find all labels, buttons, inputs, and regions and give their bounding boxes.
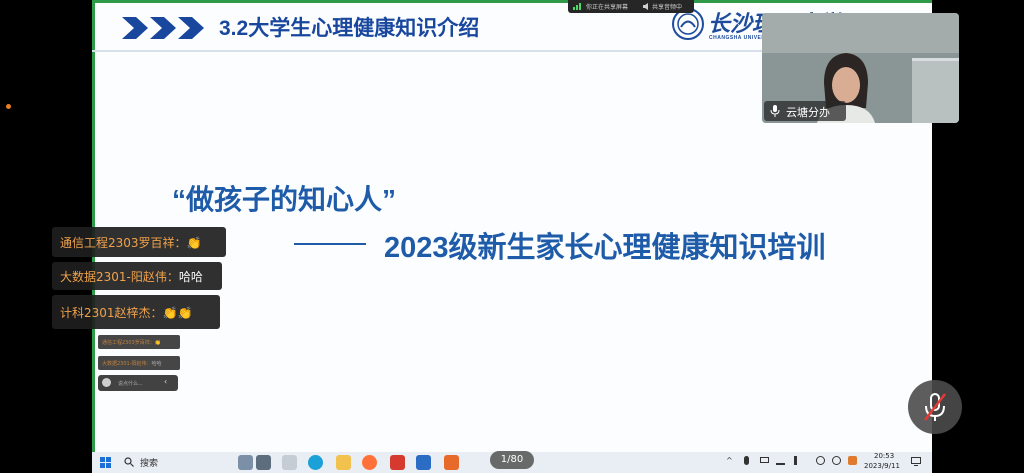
app-tray-icon[interactable] (848, 456, 857, 465)
clock-time[interactable]: 20:53 (874, 452, 894, 460)
mini-chat-message: 大数据2301-阳赵伟：哈哈 (98, 356, 180, 370)
speaker-icon (643, 3, 648, 10)
volume-icon[interactable] (794, 456, 803, 465)
slide-left-accent (92, 0, 95, 452)
recording-indicator-dot (6, 104, 11, 109)
sharing-label: 你正在共享屏幕 (586, 4, 629, 11)
wps-office-icon[interactable] (390, 455, 405, 470)
audio-sharing-label: 共享音频中 (652, 4, 683, 11)
chat-message: 计科2301赵梓杰：👏👏 (52, 295, 220, 329)
slide-top-accent (92, 0, 932, 3)
task-view-icon[interactable] (282, 455, 297, 470)
chat-input[interactable]: 说点什么... ‹ (98, 375, 178, 391)
slide-title: 3.2大学生心理健康知识介绍 (219, 17, 480, 40)
search-icon[interactable] (124, 457, 134, 467)
participant-video[interactable]: 云塘分办 (762, 13, 959, 123)
mini-chat-sender: 通信工程2303罗百祥： (102, 340, 155, 346)
microphone-muted-icon (924, 393, 946, 421)
mini-chat-message: 通信工程2303罗百祥：👏 (98, 335, 180, 349)
chat-text: 👏👏 (162, 306, 193, 320)
camera-app-icon[interactable] (238, 455, 253, 470)
clock-date[interactable]: 2023/9/11 (864, 462, 900, 470)
chat-input-placeholder: 说点什么... (118, 381, 143, 387)
mini-chat-text: 哈哈 (151, 361, 162, 367)
powerpoint-app-icon[interactable] (444, 455, 459, 470)
chevron-up-icon[interactable]: ^ (726, 456, 735, 465)
mail-app-icon[interactable] (416, 455, 431, 470)
slide-subtitle: 2023级新生家长心理健康知识培训 (384, 232, 826, 264)
mini-chat-sender: 大数据2301-阳赵伟： (102, 361, 152, 367)
collapse-chat-icon[interactable]: ‹ (164, 377, 167, 386)
signal-icon (573, 3, 581, 10)
chat-message: 通信工程2303罗百祥：👏 (52, 227, 226, 257)
chat-text: 哈哈 (178, 270, 203, 284)
chat-sender: 通信工程2303罗百祥： (60, 236, 187, 250)
windows-start-icon[interactable] (100, 457, 111, 468)
edge-browser-icon[interactable] (308, 455, 323, 470)
chat-message: 大数据2301-阳赵伟：哈哈 (52, 262, 222, 290)
chat-sender: 大数据2301-阳赵伟： (60, 270, 179, 284)
bluetooth-icon[interactable] (816, 456, 825, 465)
slide-page-indicator[interactable]: 1/80 (490, 451, 534, 469)
settings-tray-icon[interactable] (832, 456, 841, 465)
mini-chat-text: 👏 (154, 340, 161, 346)
notification-icon[interactable] (911, 457, 921, 466)
chevrons-icon (122, 17, 204, 39)
mute-microphone-button[interactable] (908, 380, 962, 434)
microphone-icon (770, 105, 780, 117)
battery-icon[interactable] (760, 457, 769, 463)
file-explorer-icon[interactable] (336, 455, 351, 470)
firefox-icon[interactable] (362, 455, 377, 470)
screen-share-status-bar[interactable]: 你正在共享屏幕 共享音频中 (568, 0, 694, 13)
chat-text: 👏 (186, 236, 202, 250)
pen-app-icon[interactable] (256, 455, 271, 470)
emoji-icon[interactable] (102, 378, 111, 387)
chat-sender: 计科2301赵梓杰： (60, 306, 163, 320)
slide-quote: “做孩子的知心人” (172, 184, 397, 215)
network-icon[interactable] (776, 456, 785, 465)
participant-name-tag: 云塘分办 (764, 101, 846, 121)
microphone-tray-icon[interactable] (744, 456, 749, 465)
participant-name: 云塘分办 (786, 106, 830, 119)
subtitle-dash (294, 243, 366, 245)
taskbar-search-label[interactable]: 搜索 (140, 456, 158, 469)
